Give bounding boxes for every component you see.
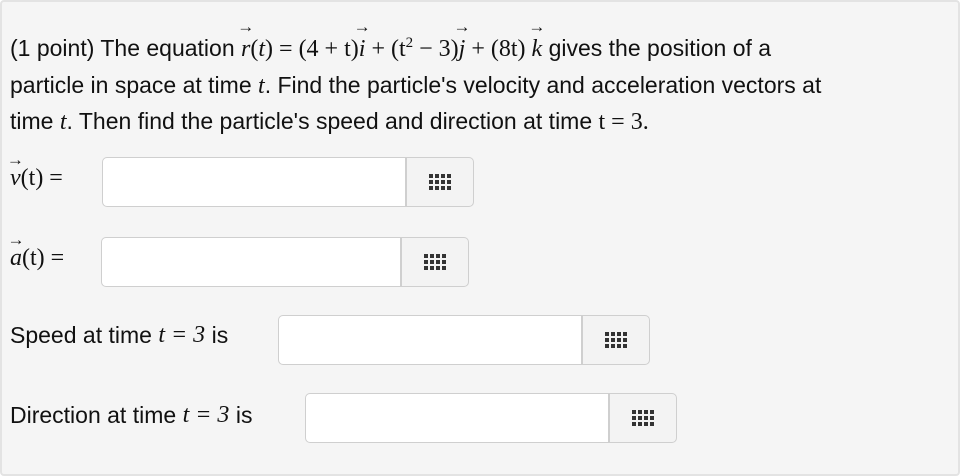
velocity-label: v(t) = (10, 165, 63, 192)
acceleration-answer-group (101, 237, 469, 287)
speed-label: Speed at time t = 3 is (10, 322, 229, 348)
direction-label: Direction at time t = 3 is (10, 402, 253, 428)
velocity-equation-editor-button[interactable] (406, 157, 474, 207)
problem-prefix: (1 point) The equation (10, 35, 235, 61)
keypad-grid-icon (605, 332, 627, 348)
speed-answer-group (278, 315, 650, 365)
speed-equation-editor-button[interactable] (582, 315, 650, 365)
direction-input[interactable] (305, 393, 609, 443)
direction-answer-group (305, 393, 677, 443)
acceleration-input[interactable] (101, 237, 401, 287)
keypad-grid-icon (424, 254, 446, 270)
position-equation: r(t) = (4 + t)i + (t2 − 3)j + (8t) k (241, 35, 542, 62)
speed-input[interactable] (278, 315, 582, 365)
direction-equation-editor-button[interactable] (609, 393, 677, 443)
velocity-input[interactable] (102, 157, 406, 207)
keypad-grid-icon (632, 410, 654, 426)
acceleration-label: a(t) = (10, 245, 64, 272)
problem-statement: (1 point) The equation r(t) = (4 + t)i +… (10, 26, 950, 141)
velocity-answer-group (102, 157, 474, 207)
keypad-grid-icon (429, 174, 451, 190)
acceleration-equation-editor-button[interactable] (401, 237, 469, 287)
